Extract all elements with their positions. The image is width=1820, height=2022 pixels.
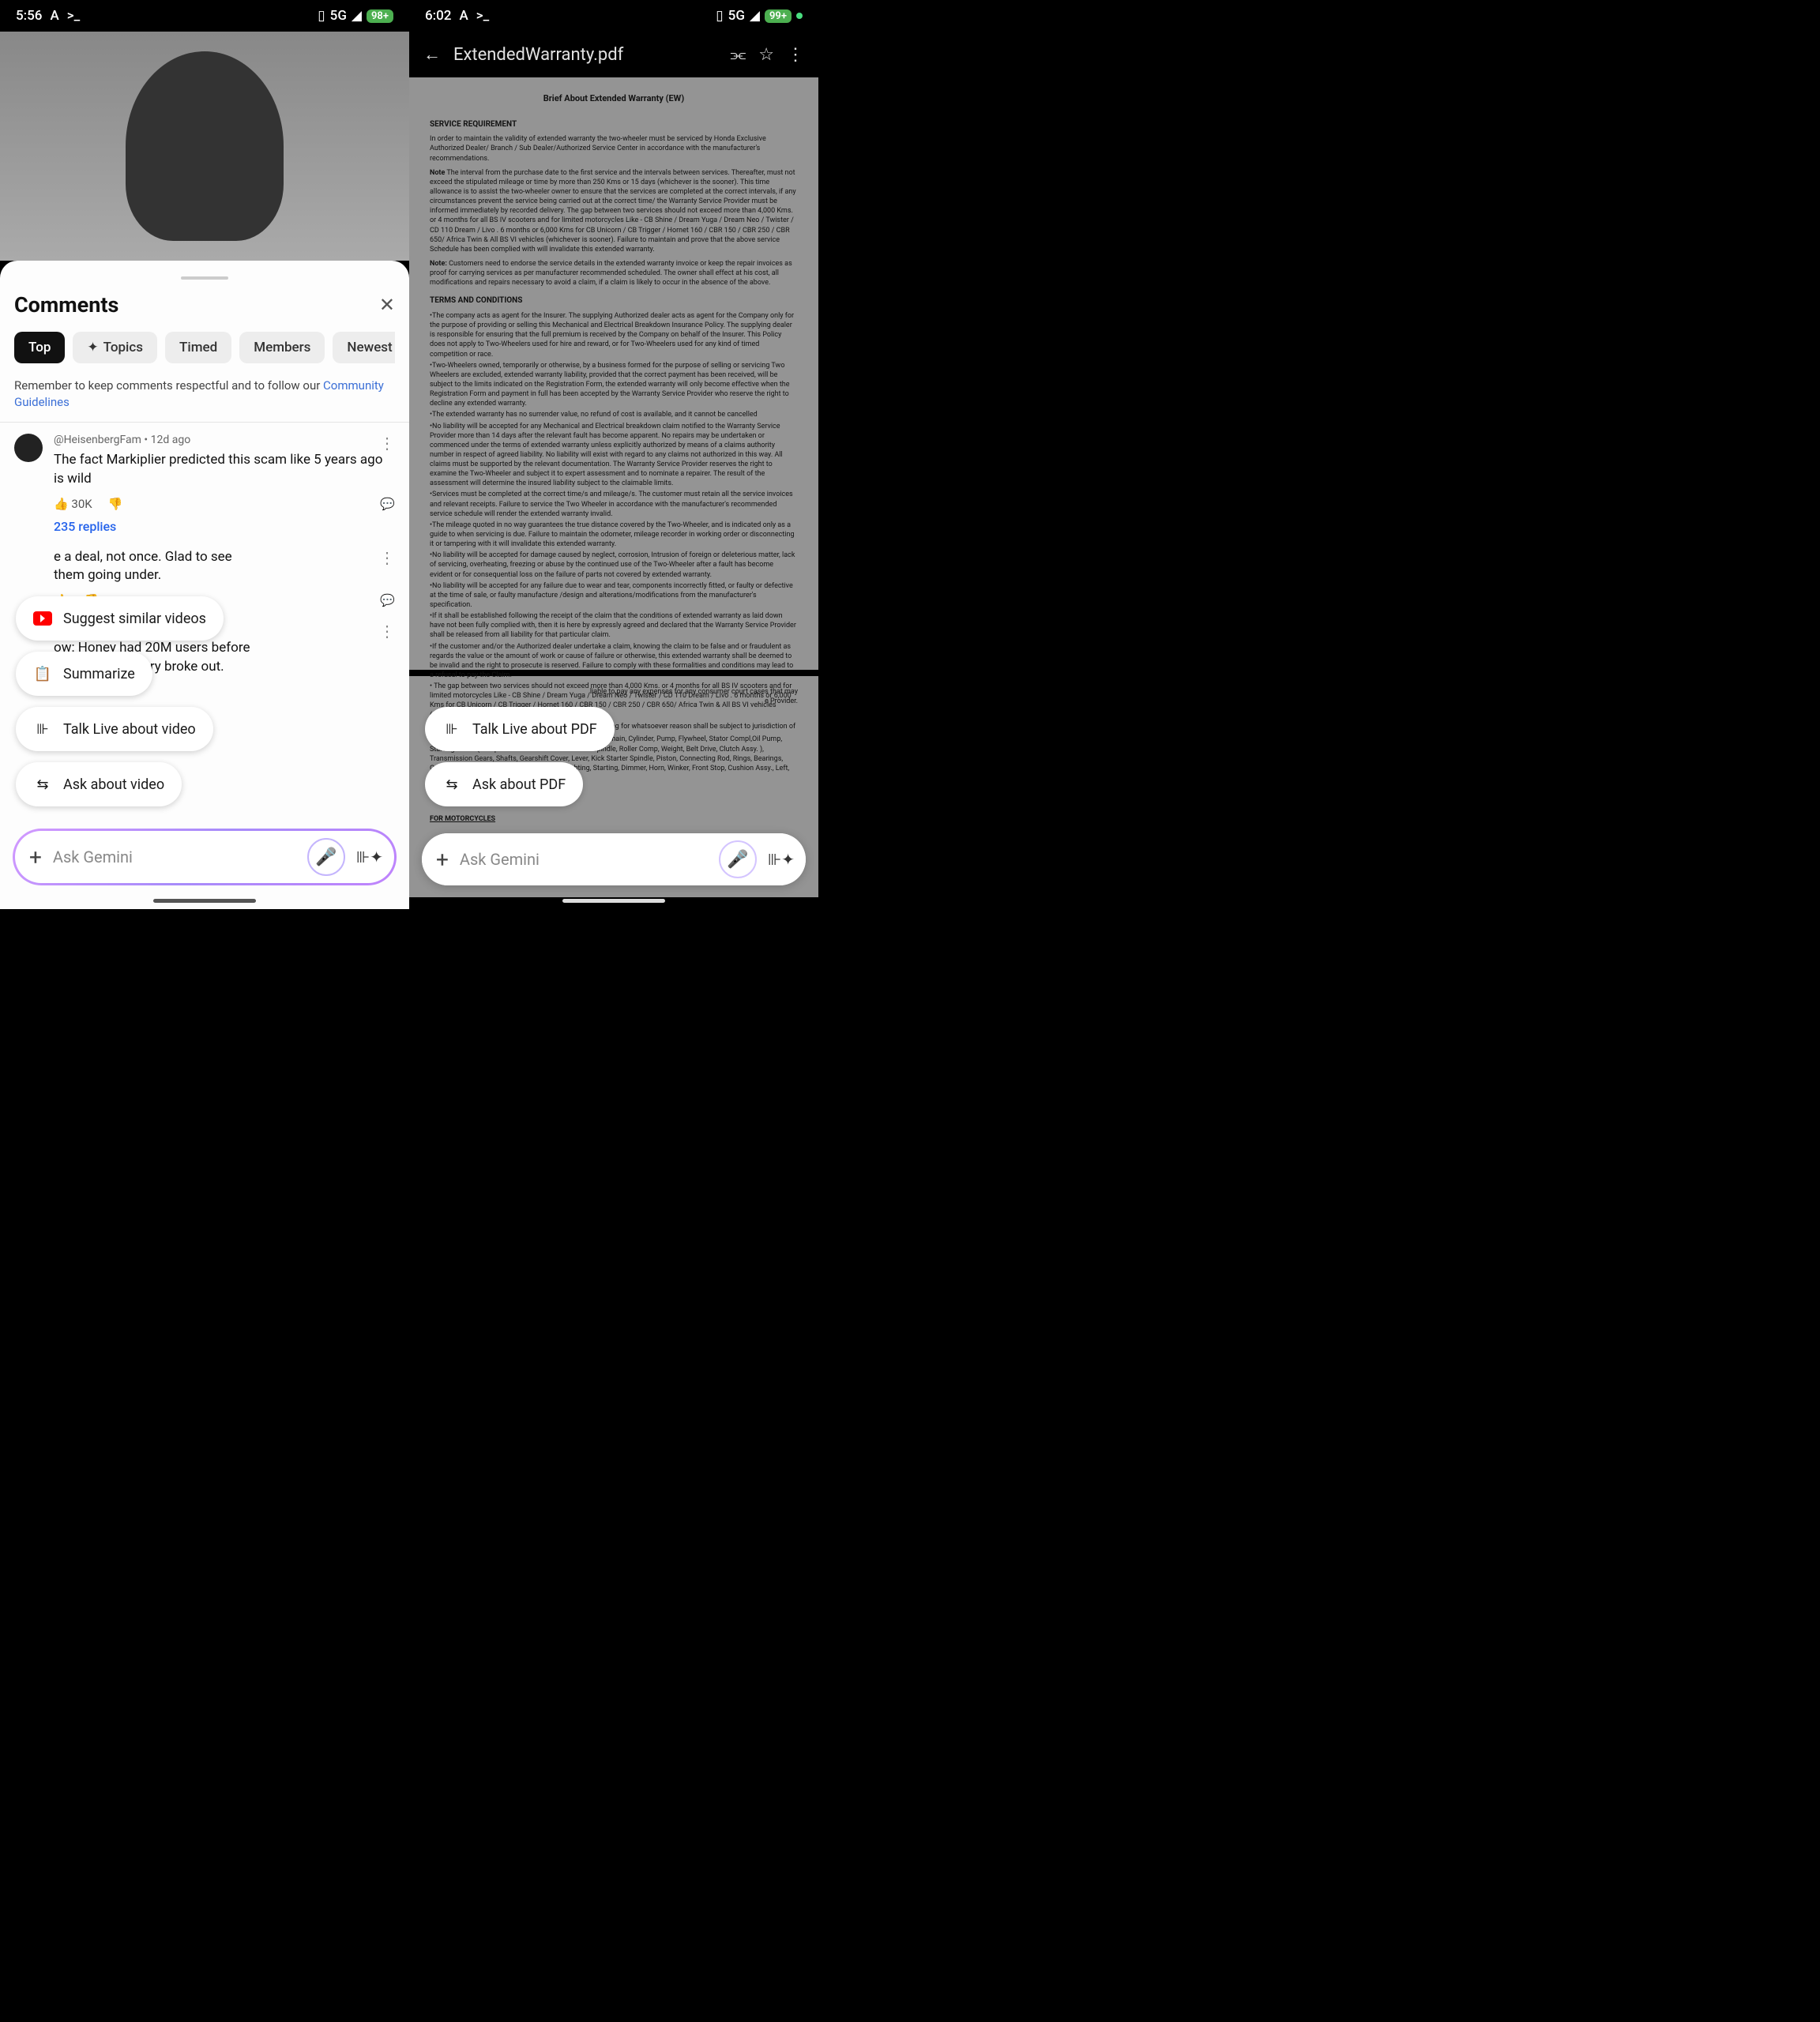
- pdf-header: ← ExtendedWarranty.pdf ⫘ ☆ ⋮: [409, 32, 818, 77]
- status-bar: 5:56 A >_ ▯ 5G ◢ 98+: [0, 0, 409, 32]
- term-bullet: •The extended warranty has no surrender …: [430, 410, 798, 419]
- pdf-paragraph: Note The interval from the purchase date…: [430, 168, 798, 254]
- chip-ask-about[interactable]: ⇆ Ask about video: [16, 762, 182, 806]
- kebab-icon[interactable]: ⋮: [379, 622, 395, 641]
- clock: 6:02: [425, 8, 451, 24]
- term-bullet: •The mileage quoted in no way guarantees…: [430, 521, 798, 549]
- share-icon[interactable]: ⫘: [730, 45, 746, 65]
- signal-icon: ◢: [352, 8, 362, 24]
- gemini-input[interactable]: Ask Gemini: [53, 848, 296, 866]
- mic-button[interactable]: 🎤: [307, 838, 345, 876]
- guidelines-text: Remember to keep comments respectful and…: [14, 378, 395, 411]
- filter-top[interactable]: Top: [14, 332, 65, 363]
- comment-meta: @HeisenbergFam • 12d ago: [54, 434, 395, 446]
- term-bullet: •The company acts as agent for the Insur…: [430, 311, 798, 359]
- section-heading: TERMS AND CONDITIONS: [430, 295, 798, 306]
- terminal-icon: >_: [476, 8, 489, 24]
- section-heading: FOR MOTORCYCLES: [430, 815, 495, 823]
- waveform-icon: ⊪: [33, 720, 52, 739]
- signal-icon: ◢: [750, 8, 760, 24]
- term-bullet: •If the customer and/or the Authorized d…: [430, 642, 798, 681]
- chip-summarize[interactable]: 📋 Summarize: [16, 652, 152, 696]
- term-bullet: •Two-Wheelers owned, temporarily or othe…: [430, 361, 798, 409]
- live-icon[interactable]: ⊪✦: [768, 850, 795, 869]
- gemini-bar: + Ask Gemini 🎤 ⊪✦: [422, 833, 806, 885]
- chip-talk-live-pdf[interactable]: ⊪ Talk Live about PDF: [425, 707, 615, 751]
- pdf-title: Brief About Extended Warranty (EW): [430, 93, 798, 105]
- youtube-icon: [33, 611, 52, 626]
- pdf-paragraph: Note: Customers need to endorse the serv…: [430, 259, 798, 288]
- video-content: [126, 51, 284, 241]
- privacy-dot: [796, 13, 803, 19]
- term-bullet: •Services must be completed at the corre…: [430, 490, 798, 518]
- divider: [0, 422, 409, 423]
- kebab-icon[interactable]: ⋮: [787, 45, 804, 65]
- waveform-icon: ⊪: [442, 720, 461, 739]
- pdf-filename: ExtendedWarranty.pdf: [453, 45, 717, 65]
- gemini-suggestions: ⊪ Talk Live about PDF ⇆ Ask about PDF: [425, 707, 615, 806]
- battery-badge: 99+: [765, 9, 792, 23]
- reply-icon[interactable]: 💬: [380, 593, 395, 607]
- app-icon: A: [459, 8, 468, 24]
- status-bar: 6:02 A >_ ▯ 5G ◢ 99+: [409, 0, 818, 32]
- term-bullet: •No liability will be accepted for damag…: [430, 551, 798, 579]
- gemini-bar: + Ask Gemini 🎤 ⊪✦: [13, 829, 397, 885]
- pdf-paragraph: In order to maintain the validity of ext…: [430, 134, 798, 163]
- network-label: 5G: [728, 8, 745, 24]
- comments-panel: Comments ✕ Top ✦ Topics Timed Members Ne…: [0, 261, 409, 909]
- pdf-page-1[interactable]: Brief About Extended Warranty (EW) SERVI…: [409, 77, 818, 670]
- chip-ask-about-pdf[interactable]: ⇆ Ask about PDF: [425, 762, 583, 806]
- filter-timed[interactable]: Timed: [165, 332, 231, 363]
- filter-newest[interactable]: Newest: [333, 332, 395, 363]
- vibrate-icon: ▯: [716, 8, 723, 24]
- plus-icon[interactable]: +: [436, 847, 449, 873]
- home-handle[interactable]: [562, 899, 665, 903]
- arrows-icon: ⇆: [33, 775, 52, 794]
- like-button[interactable]: 👍 30K: [54, 497, 92, 511]
- mic-button[interactable]: 🎤: [719, 840, 757, 878]
- network-label: 5G: [330, 8, 347, 24]
- avatar[interactable]: [14, 434, 43, 462]
- app-icon: A: [50, 8, 58, 24]
- filter-topics[interactable]: ✦ Topics: [73, 332, 157, 363]
- chip-suggest-videos[interactable]: Suggest similar videos: [16, 596, 224, 641]
- comment-item: @HeisenbergFam • 12d ago The fact Markip…: [14, 434, 395, 534]
- comment-text: e a deal, not once. Glad to see them goi…: [54, 548, 395, 586]
- filter-members[interactable]: Members: [239, 332, 325, 363]
- gemini-suggestions: Suggest similar videos 📋 Summarize ⊪ Tal…: [16, 596, 224, 806]
- term-bullet: •No liability will be accepted for any M…: [430, 422, 798, 489]
- vibrate-icon: ▯: [318, 8, 325, 24]
- kebab-icon[interactable]: ⋮: [379, 548, 395, 567]
- section-heading: SERVICE REQUIREMENT: [430, 119, 798, 130]
- close-icon[interactable]: ✕: [379, 294, 395, 316]
- kebab-icon[interactable]: ⋮: [379, 434, 395, 453]
- plus-icon[interactable]: +: [29, 844, 42, 870]
- gemini-input[interactable]: Ask Gemini: [460, 850, 708, 869]
- term-bullet: •No liability will be accepted for any f…: [430, 581, 798, 610]
- reply-icon[interactable]: 💬: [380, 497, 395, 511]
- drag-handle[interactable]: [181, 276, 228, 280]
- comment-text: The fact Markiplier predicted this scam …: [54, 451, 395, 489]
- video-player[interactable]: [0, 32, 409, 261]
- live-icon[interactable]: ⊪✦: [356, 848, 383, 866]
- terminal-icon: >_: [67, 8, 80, 24]
- battery-badge: 98+: [367, 9, 393, 23]
- chip-talk-live[interactable]: ⊪ Talk Live about video: [16, 707, 213, 751]
- comments-title: Comments: [14, 292, 118, 318]
- star-icon[interactable]: ☆: [758, 45, 774, 65]
- clock: 5:56: [16, 8, 42, 24]
- summarize-icon: 📋: [33, 664, 52, 683]
- dislike-button[interactable]: 👎: [108, 497, 123, 511]
- arrows-icon: ⇆: [442, 775, 461, 794]
- replies-link[interactable]: 235 replies: [54, 519, 395, 534]
- filter-row: Top ✦ Topics Timed Members Newest: [14, 332, 395, 363]
- back-icon[interactable]: ←: [423, 44, 441, 65]
- home-handle[interactable]: [153, 899, 256, 903]
- term-bullet: •If it shall be established following th…: [430, 611, 798, 640]
